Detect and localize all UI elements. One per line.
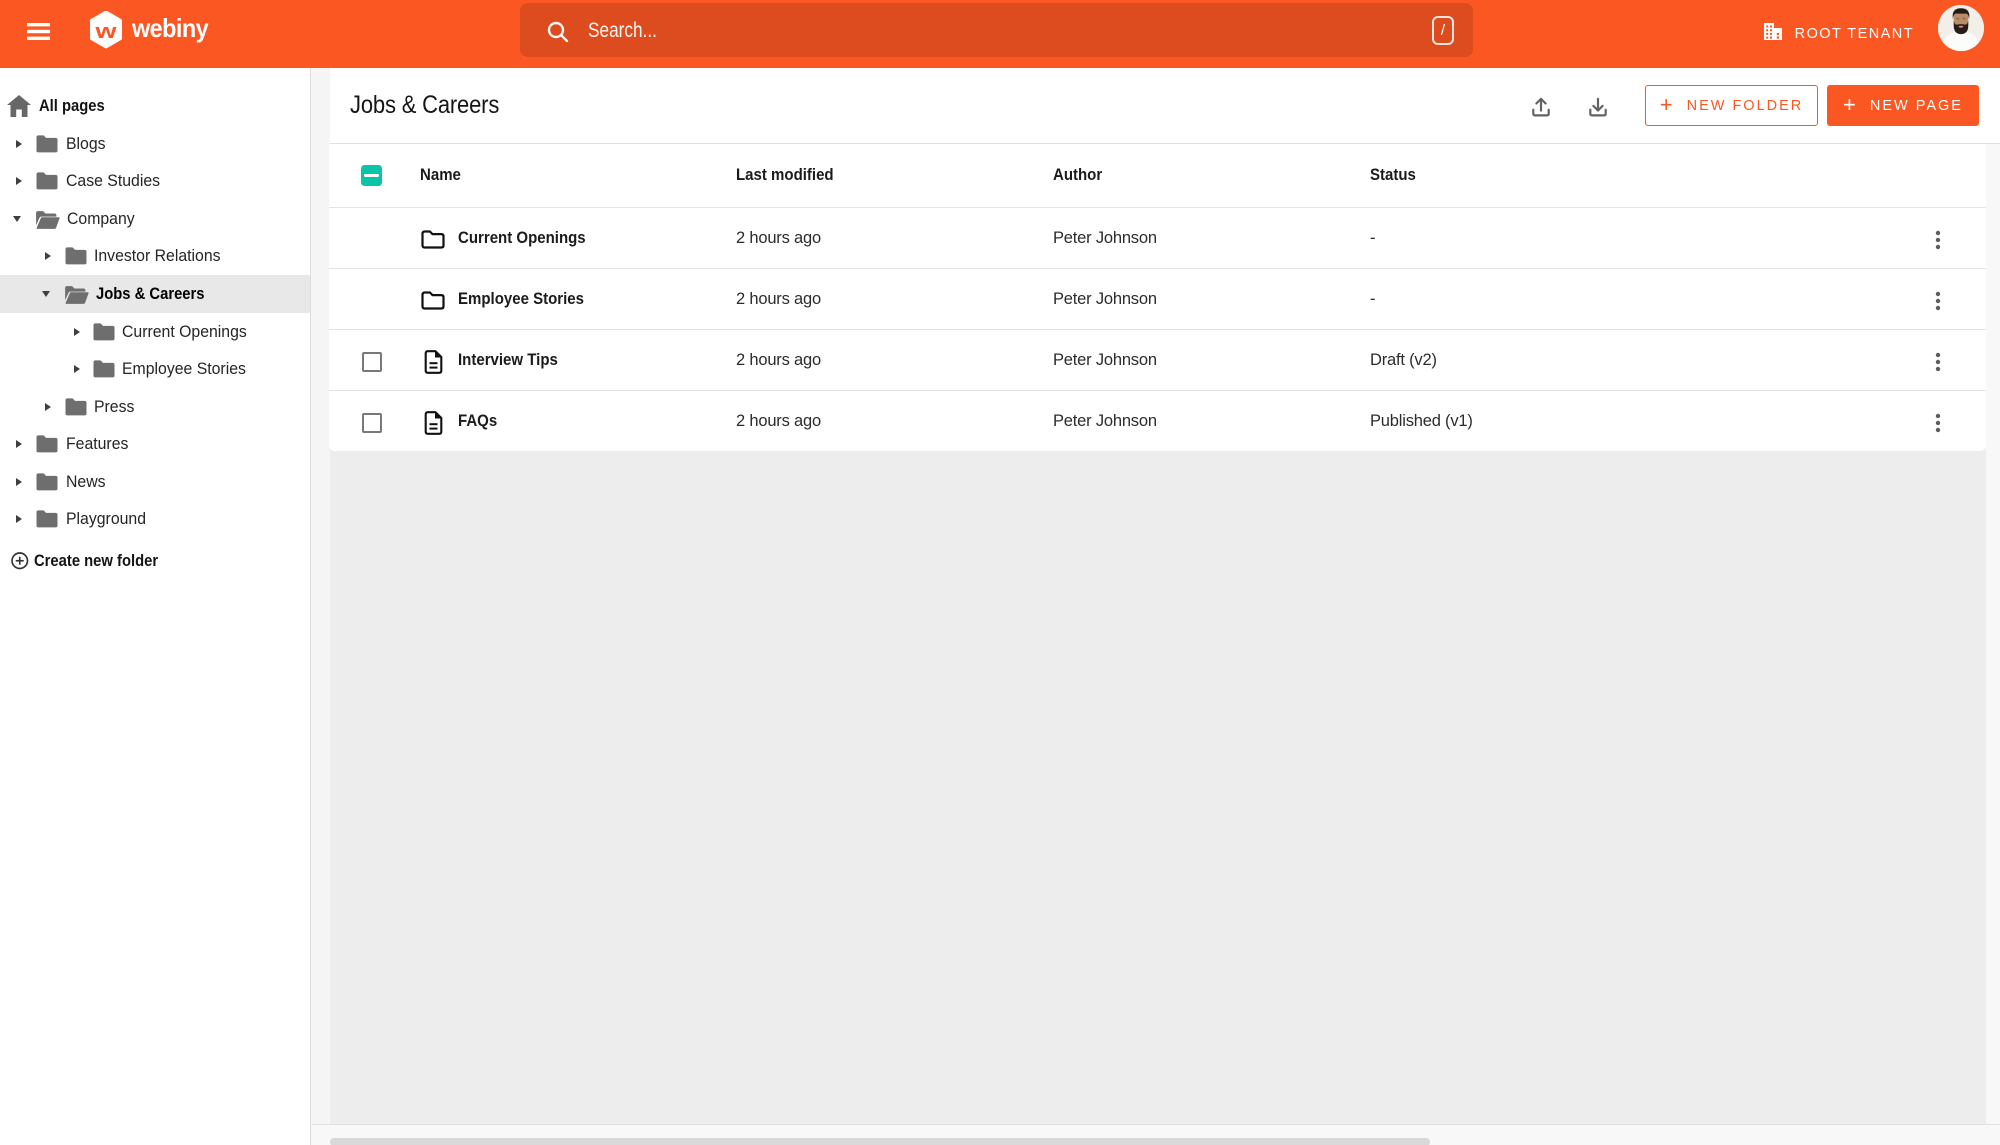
svg-text:w: w [94,21,117,43]
